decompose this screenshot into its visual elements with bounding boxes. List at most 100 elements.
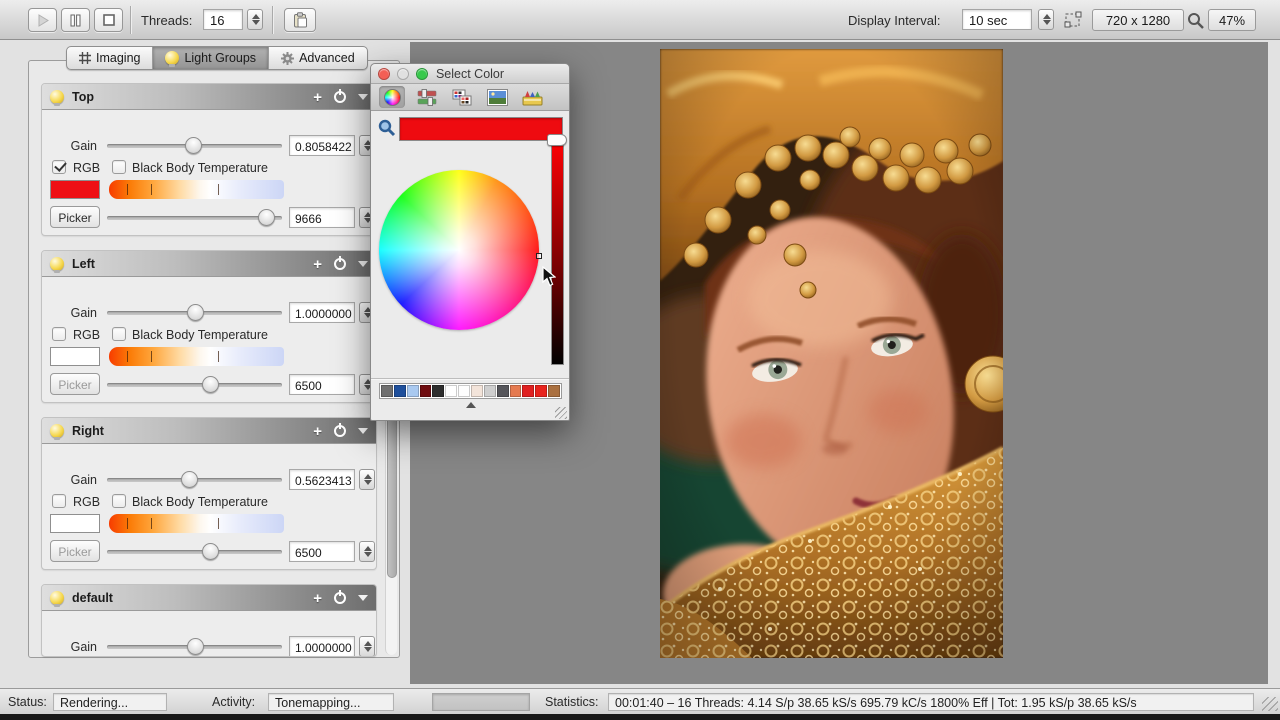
tab-imaging[interactable]: Imaging: [67, 47, 153, 69]
slider-thumb[interactable]: [185, 137, 202, 154]
dialog-resize-grip[interactable]: [555, 407, 567, 419]
bbt-checkbox[interactable]: [112, 327, 126, 341]
zoom-button[interactable]: [1187, 12, 1204, 29]
color-swatch[interactable]: [522, 385, 534, 397]
brightness-slider-thumb[interactable]: [547, 134, 567, 146]
slider-thumb[interactable]: [187, 304, 204, 321]
checkbox-row: RGB Black Body Temperature: [42, 327, 377, 343]
gain-slider[interactable]: [107, 478, 282, 482]
crayons-mode-button[interactable]: [519, 86, 545, 108]
color-swatch[interactable]: [484, 385, 496, 397]
gain-slider[interactable]: [107, 645, 282, 649]
tab-light-groups[interactable]: Light Groups: [153, 47, 269, 69]
bbt-checkbox[interactable]: [112, 160, 126, 174]
color-swatch[interactable]: [432, 385, 444, 397]
rgb-checkbox[interactable]: [52, 327, 66, 341]
display-interval-input[interactable]: 10 sec: [962, 9, 1032, 30]
color-swatch[interactable]: [394, 385, 406, 397]
color-swatch[interactable]: [497, 385, 509, 397]
color-swatch[interactable]: [445, 385, 457, 397]
picker-button[interactable]: Picker: [50, 373, 100, 395]
stop-button[interactable]: [94, 8, 123, 32]
zoom-level-display[interactable]: 47%: [1208, 9, 1256, 31]
display-interval-stepper[interactable]: [1038, 9, 1054, 30]
picker-button[interactable]: Picker: [50, 206, 100, 228]
color-swatch[interactable]: [458, 385, 470, 397]
copy-button[interactable]: [284, 8, 316, 32]
color-swatch[interactable]: [510, 385, 522, 397]
chevron-down-icon[interactable]: [358, 428, 368, 434]
group-header[interactable]: Right +: [42, 418, 376, 444]
rgb-label: RGB: [73, 161, 100, 175]
picker-button[interactable]: Picker: [50, 540, 100, 562]
picker-slider[interactable]: [107, 550, 282, 554]
gain-stepper[interactable]: [359, 469, 375, 490]
add-lightgroup-icon[interactable]: +: [313, 257, 322, 272]
blackbody-gradient-bar[interactable]: [109, 514, 284, 533]
color-wheel[interactable]: [379, 170, 539, 330]
power-toggle-icon[interactable]: [334, 592, 346, 604]
dialog-titlebar[interactable]: Select Color: [371, 64, 569, 84]
gain-stepper[interactable]: [359, 636, 375, 657]
group-header[interactable]: Left +: [42, 251, 376, 277]
color-swatch[interactable]: [381, 385, 393, 397]
power-toggle-icon[interactable]: [334, 258, 346, 270]
gain-slider[interactable]: [107, 311, 282, 315]
gain-slider[interactable]: [107, 144, 282, 148]
color-swatch[interactable]: [548, 385, 560, 397]
brightness-slider[interactable]: [551, 138, 564, 365]
color-swatch[interactable]: [471, 385, 483, 397]
bbt-checkbox[interactable]: [112, 494, 126, 508]
chevron-down-icon[interactable]: [358, 94, 368, 100]
add-lightgroup-icon[interactable]: +: [313, 90, 322, 105]
group-header[interactable]: default +: [42, 585, 376, 611]
color-swatch[interactable]: [535, 385, 547, 397]
gain-value-field[interactable]: 0.5623413: [289, 469, 355, 490]
add-lightgroup-icon[interactable]: +: [313, 424, 322, 439]
sliders-mode-button[interactable]: [414, 86, 440, 108]
magnifier-picker-button[interactable]: [378, 119, 396, 137]
slider-thumb[interactable]: [202, 543, 219, 560]
slider-thumb[interactable]: [258, 209, 275, 226]
picker-stepper[interactable]: [359, 541, 375, 562]
pause-button[interactable]: [61, 8, 90, 32]
picker-slider[interactable]: [107, 216, 282, 220]
slider-thumb[interactable]: [181, 471, 198, 488]
gain-value-field[interactable]: 1.0000000: [289, 302, 355, 323]
slider-thumb[interactable]: [202, 376, 219, 393]
picker-value-field[interactable]: 6500: [289, 374, 355, 395]
resolution-display[interactable]: 720 x 1280: [1092, 9, 1184, 31]
picker-slider[interactable]: [107, 383, 282, 387]
picker-value-field[interactable]: 6500: [289, 541, 355, 562]
power-toggle-icon[interactable]: [334, 91, 346, 103]
chevron-down-icon[interactable]: [358, 595, 368, 601]
threads-stepper[interactable]: [247, 9, 263, 30]
threads-input[interactable]: 16: [203, 9, 243, 30]
rgb-checkbox[interactable]: [52, 494, 66, 508]
gain-value-field[interactable]: 1.0000000: [289, 636, 355, 657]
swatch-drawer-toggle-icon[interactable]: [466, 402, 476, 408]
color-swatch[interactable]: [420, 385, 432, 397]
chevron-down-icon[interactable]: [358, 261, 368, 267]
picker-value-field[interactable]: 9666: [289, 207, 355, 228]
gain-value-field[interactable]: 0.8058422: [289, 135, 355, 156]
play-button[interactable]: [28, 8, 57, 32]
blackbody-gradient-bar[interactable]: [109, 180, 284, 199]
color-wheel-marker[interactable]: [536, 253, 542, 259]
slider-thumb[interactable]: [187, 638, 204, 655]
palettes-mode-button[interactable]: [449, 86, 475, 108]
fit-resolution-button[interactable]: [1064, 11, 1083, 29]
color-swatch[interactable]: [50, 514, 100, 533]
color-swatch[interactable]: [50, 180, 100, 199]
blackbody-gradient-bar[interactable]: [109, 347, 284, 366]
power-toggle-icon[interactable]: [334, 425, 346, 437]
group-header[interactable]: Top +: [42, 84, 376, 110]
color-wheel-mode-button[interactable]: [379, 86, 405, 108]
add-lightgroup-icon[interactable]: +: [313, 591, 322, 606]
tab-advanced[interactable]: Advanced: [269, 47, 367, 69]
rgb-checkbox[interactable]: [52, 160, 66, 174]
color-swatch[interactable]: [407, 385, 419, 397]
color-swatch[interactable]: [50, 347, 100, 366]
window-resize-grip[interactable]: [1262, 697, 1278, 711]
image-palettes-mode-button[interactable]: [484, 86, 510, 108]
